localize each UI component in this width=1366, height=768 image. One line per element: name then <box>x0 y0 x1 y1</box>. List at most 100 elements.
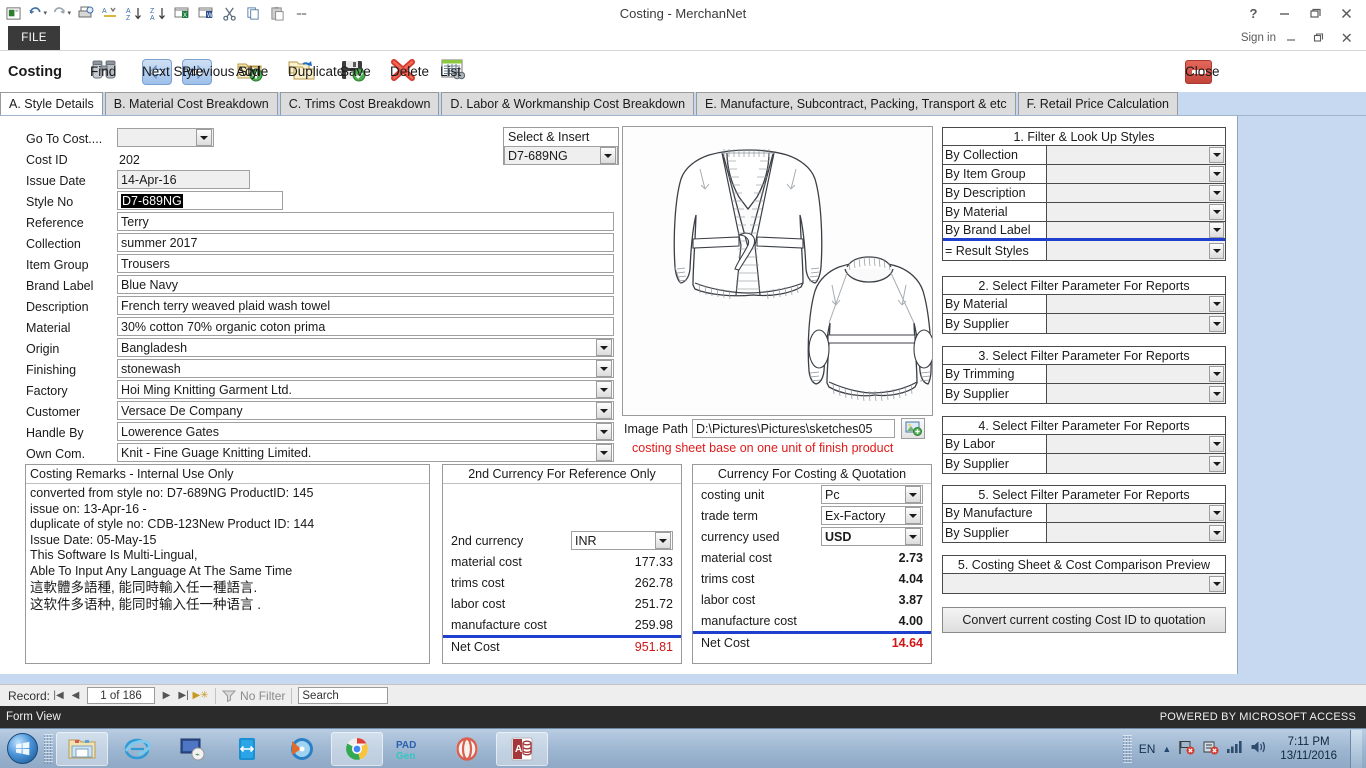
taskbar-clock[interactable]: 7:11 PM 13/11/2016 <box>1274 735 1343 763</box>
filter-combo[interactable] <box>1047 222 1225 238</box>
cut-icon[interactable] <box>220 4 239 23</box>
finishing-combo[interactable]: stonewash <box>117 359 614 378</box>
new-record-button[interactable]: ▶✳ <box>192 690 209 701</box>
currency-used-combo[interactable]: USD <box>821 527 923 546</box>
save-button[interactable]: Save <box>340 58 366 85</box>
filter-row-by-material[interactable]: By Material <box>943 203 1225 222</box>
filter-combo[interactable] <box>1047 435 1225 453</box>
chevron-down-icon[interactable] <box>596 423 612 440</box>
chevron-down-icon[interactable] <box>1209 525 1224 541</box>
copy-icon[interactable] <box>244 4 263 23</box>
chevron-down-icon[interactable] <box>905 528 921 545</box>
go-to-cost-combo[interactable] <box>117 128 214 147</box>
windows-start-icon[interactable] <box>0 730 44 768</box>
minimize-button[interactable] <box>1269 1 1300 25</box>
select-insert-combo[interactable]: D7-689NG <box>504 146 618 165</box>
next-record-button[interactable]: ▶ <box>158 690 175 701</box>
opera-icon[interactable] <box>441 732 493 766</box>
preview-combo[interactable] <box>943 574 1225 593</box>
chevron-down-icon[interactable] <box>905 486 921 503</box>
filter-row-by-manufacture[interactable]: By Manufacture <box>943 504 1225 523</box>
chevron-down-icon[interactable] <box>596 402 612 419</box>
remote-desktop-icon[interactable]: ⌁ <box>166 732 218 766</box>
chevron-down-icon[interactable] <box>1209 166 1224 182</box>
reference-input[interactable]: Terry <box>117 212 614 231</box>
media-app-icon[interactable] <box>276 732 328 766</box>
network-error-icon[interactable] <box>1178 740 1195 758</box>
filter-combo[interactable] <box>1047 241 1225 260</box>
customize-qat-icon[interactable]: ⩵ <box>292 4 311 23</box>
tab-file[interactable]: FILE <box>8 26 60 50</box>
add-button[interactable]: Add <box>236 58 264 85</box>
chevron-down-icon[interactable] <box>596 360 612 377</box>
restore-button[interactable] <box>1300 1 1331 25</box>
style-sketch-image[interactable] <box>622 126 933 416</box>
teamviewer-icon[interactable] <box>221 732 273 766</box>
item-group-input[interactable]: Trousers <box>117 254 614 273</box>
filter-combo[interactable] <box>1047 184 1225 202</box>
close-form-button[interactable]: Close <box>1185 60 1212 84</box>
chevron-down-icon[interactable] <box>1209 456 1224 472</box>
filter-row-by-labor[interactable]: By Labor <box>943 435 1225 454</box>
filter-row-by-trimming[interactable]: By Trimming <box>943 365 1225 384</box>
chevron-down-icon[interactable] <box>1209 576 1224 592</box>
google-chrome-icon[interactable] <box>331 732 383 766</box>
filter-toggle-icon[interactable] <box>222 689 236 702</box>
filter-row-result-styles[interactable]: = Result Styles <box>943 241 1225 260</box>
paste-icon[interactable] <box>268 4 287 23</box>
chevron-down-icon[interactable] <box>596 444 612 461</box>
filter-row-by-collection[interactable]: By Collection <box>943 146 1225 165</box>
chevron-down-icon[interactable] <box>600 147 616 164</box>
internet-explorer-icon[interactable] <box>111 732 163 766</box>
close-button[interactable] <box>1331 1 1362 25</box>
sort-az-icon[interactable]: AZ <box>124 4 143 23</box>
trade-term-combo[interactable]: Ex-Factory <box>821 506 923 525</box>
file-explorer-icon[interactable] <box>56 732 108 766</box>
filter-row-by-brand-label[interactable]: By Brand Label <box>943 222 1225 241</box>
signal-icon[interactable] <box>1226 740 1243 757</box>
style-no-input[interactable]: D7-689NG <box>117 191 283 210</box>
collection-input[interactable]: summer 2017 <box>117 233 614 252</box>
chevron-down-icon[interactable] <box>1209 222 1224 238</box>
export-excel-icon[interactable]: X <box>172 4 191 23</box>
last-record-button[interactable]: ▶| <box>175 690 192 701</box>
convert-to-quotation-button[interactable]: Convert current costing Cost ID to quota… <box>942 607 1226 633</box>
filter-combo[interactable] <box>1047 165 1225 183</box>
previous-style-button[interactable]: Previous Style <box>182 59 212 85</box>
chevron-down-icon[interactable] <box>1209 147 1224 163</box>
filter-row-by-description[interactable]: By Description <box>943 184 1225 203</box>
chevron-down-icon[interactable] <box>905 507 921 524</box>
material-input[interactable]: 30% cotton 70% organic coton prima <box>117 317 614 336</box>
chevron-down-icon[interactable] <box>1209 505 1224 521</box>
filter-combo[interactable] <box>1047 203 1225 221</box>
tab-manufacture[interactable]: E. Manufacture, Subcontract, Packing, Tr… <box>696 92 1016 115</box>
print-preview-icon[interactable] <box>76 4 95 23</box>
filter-combo[interactable] <box>1047 384 1225 403</box>
chevron-down-icon[interactable] <box>1209 386 1224 402</box>
chevron-down-icon[interactable] <box>596 381 612 398</box>
no-filter-label[interactable]: No Filter <box>240 689 285 703</box>
padgen-icon[interactable]: PAD Gen <box>386 732 438 766</box>
microsoft-access-icon[interactable]: A <box>496 732 548 766</box>
tab-retail-price[interactable]: F. Retail Price Calculation <box>1018 92 1178 115</box>
description-input[interactable]: French terry weaved plaid wash towel <box>117 296 614 315</box>
list-button[interactable]: List <box>440 58 466 85</box>
customer-combo[interactable]: Versace De Company <box>117 401 614 420</box>
doc-close-button[interactable] <box>1334 28 1360 48</box>
chevron-down-icon[interactable] <box>1209 243 1224 259</box>
filter-row-by-material[interactable]: By Material <box>943 295 1225 314</box>
delete-button[interactable]: Delete <box>390 58 416 85</box>
help-icon[interactable]: ? <box>1238 1 1269 25</box>
export-word-icon[interactable]: W <box>196 4 215 23</box>
undo-icon[interactable]: ▾ <box>28 4 47 23</box>
previous-record-button[interactable]: ◀ <box>67 690 84 701</box>
chevron-down-icon[interactable] <box>596 339 612 356</box>
redo-icon[interactable]: ▾ <box>52 4 71 23</box>
filter-combo[interactable] <box>1047 504 1225 522</box>
second-currency-combo[interactable]: INR <box>571 531 673 550</box>
duplicate-button[interactable]: Duplicate <box>288 58 316 85</box>
chevron-down-icon[interactable] <box>1209 204 1224 220</box>
origin-combo[interactable]: Bangladesh <box>117 338 614 357</box>
sort-za-icon[interactable]: ZA <box>148 4 167 23</box>
costing-unit-combo[interactable]: Pc <box>821 485 923 504</box>
